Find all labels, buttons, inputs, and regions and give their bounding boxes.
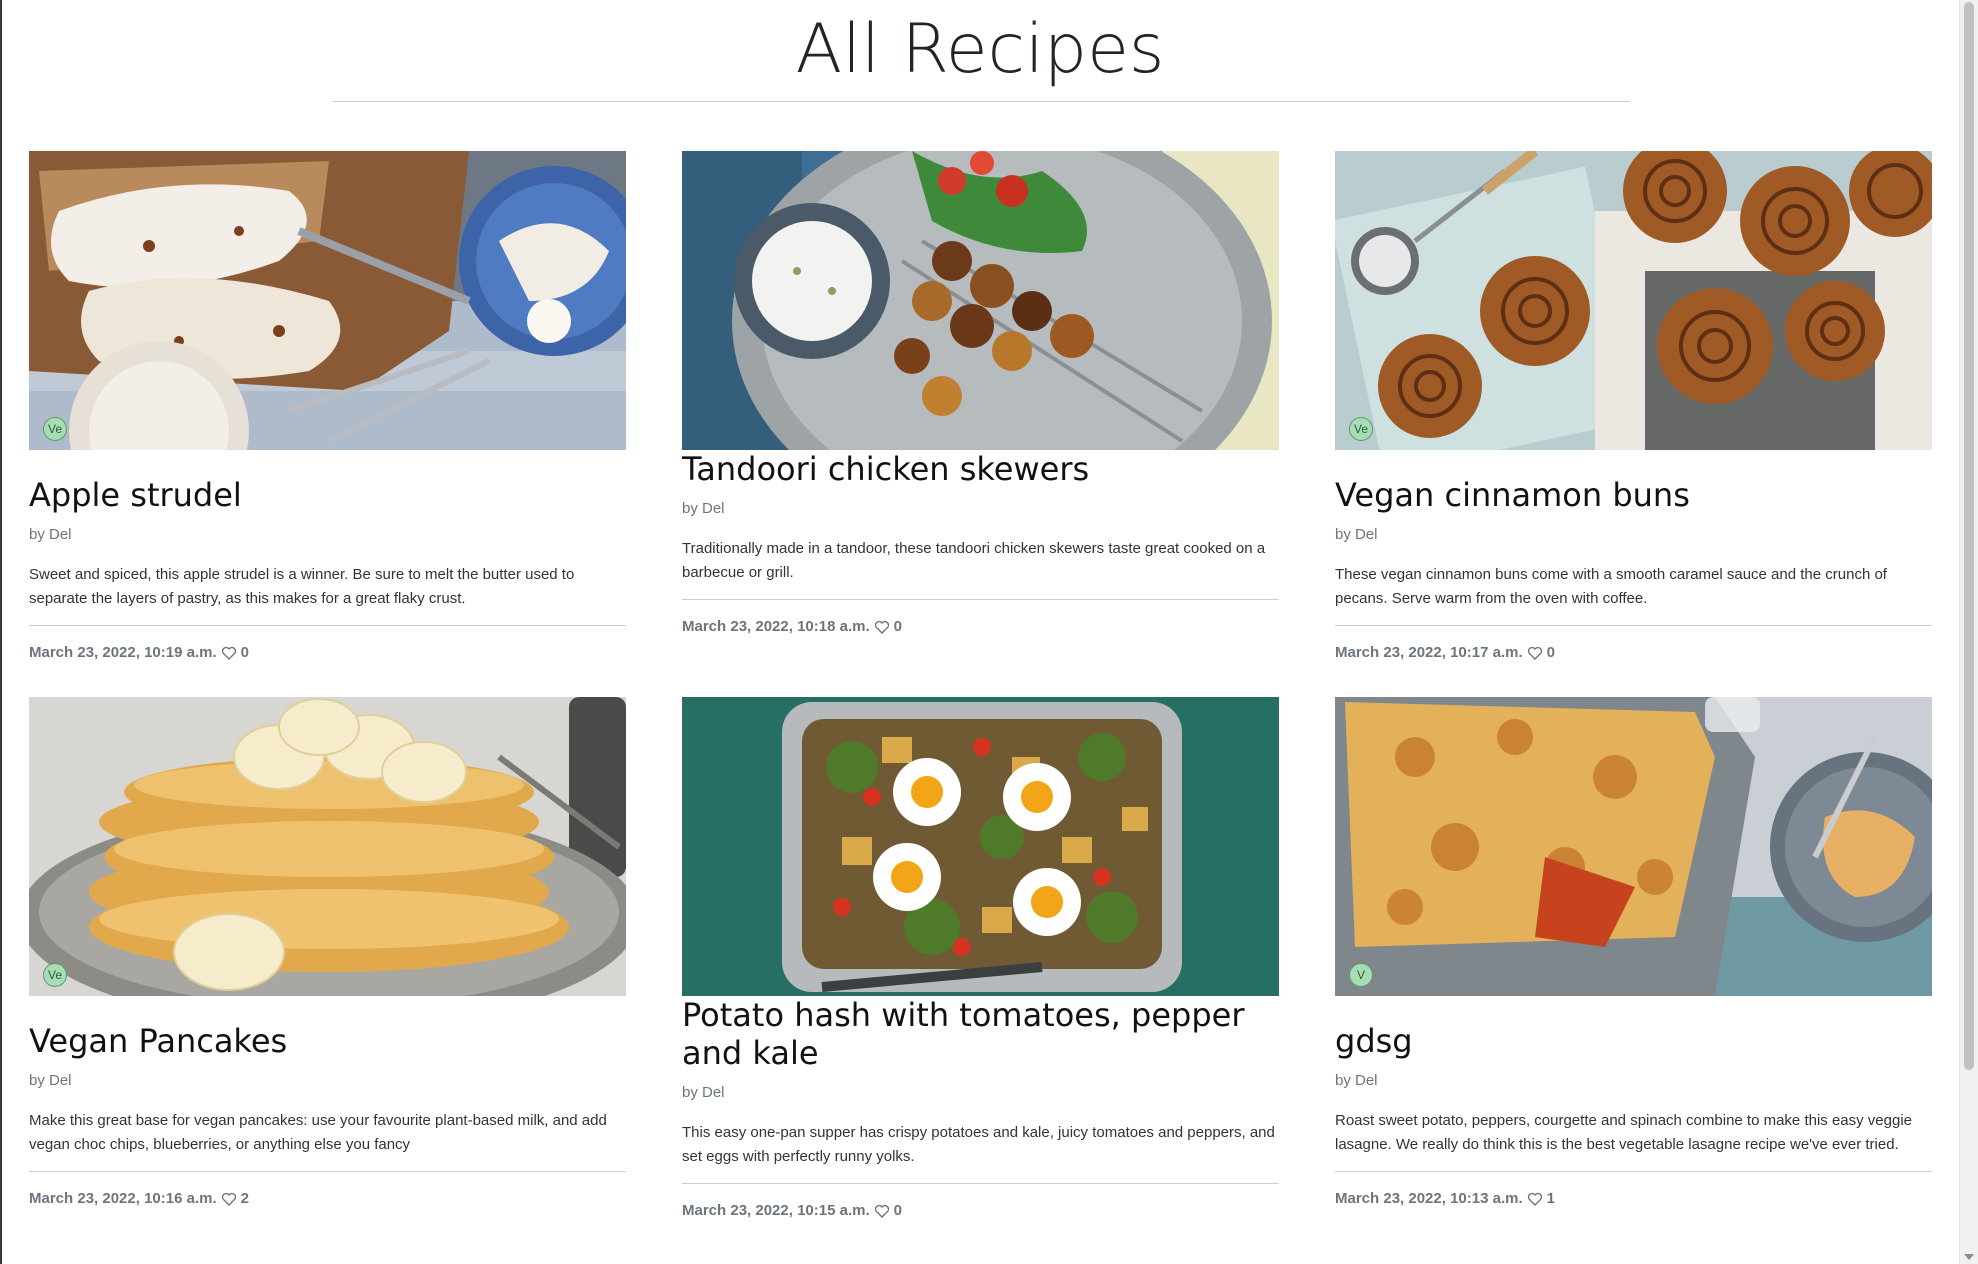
heart-icon[interactable] xyxy=(874,1203,890,1219)
card-divider xyxy=(1335,1171,1932,1172)
recipe-description: Sweet and spiced, this apple strudel is … xyxy=(29,566,575,607)
recipe-date: March 23, 2022, 10:15 a.m. xyxy=(682,1202,870,1219)
card-divider xyxy=(1335,625,1932,626)
like-count: 2 xyxy=(240,1190,249,1207)
window-border xyxy=(0,0,2,1264)
title-divider xyxy=(332,101,1630,102)
recipe-card[interactable]: Ve Vegan Pancakes by Del Make this great… xyxy=(29,697,626,1219)
like-count: 0 xyxy=(1546,644,1555,661)
like-count: 1 xyxy=(1546,1190,1555,1207)
vegetarian-badge: V xyxy=(1349,963,1373,987)
recipe-meta: March 23, 2022, 10:15 a.m. 0 xyxy=(682,1202,1279,1219)
cinnamon-buns-image xyxy=(1335,151,1932,450)
recipe-meta: March 23, 2022, 10:18 a.m. 0 xyxy=(682,618,1279,635)
recipe-title[interactable]: Vegan Pancakes xyxy=(29,1022,626,1060)
card-divider xyxy=(29,625,626,626)
recipe-card[interactable]: Ve Apple strudel by Del Sweet and spiced… xyxy=(29,151,626,661)
recipe-date: March 23, 2022, 10:19 a.m. xyxy=(29,644,217,661)
card-divider xyxy=(29,1171,626,1172)
recipe-image[interactable]: V xyxy=(1335,697,1932,996)
recipe-description: This easy one-pan supper has crispy pota… xyxy=(682,1124,1275,1165)
like-count: 0 xyxy=(893,1202,902,1219)
heart-icon[interactable] xyxy=(874,619,890,635)
recipe-author: by Del xyxy=(29,526,72,543)
recipe-image[interactable]: Ve xyxy=(29,697,626,996)
recipe-grid: Ve Apple strudel by Del Sweet and spiced… xyxy=(29,151,1933,1219)
recipe-author: by Del xyxy=(1335,526,1378,543)
recipe-title[interactable]: gdsg xyxy=(1335,1022,1932,1060)
vegan-badge: Ve xyxy=(1349,417,1373,441)
lasagne-image xyxy=(1335,697,1932,996)
recipe-meta: March 23, 2022, 10:19 a.m. 0 xyxy=(29,644,626,661)
recipe-title[interactable]: Potato hash with tomatoes, pepper and ka… xyxy=(682,996,1279,1072)
recipe-date: March 23, 2022, 10:13 a.m. xyxy=(1335,1190,1523,1207)
like-count: 0 xyxy=(240,644,249,661)
recipe-image[interactable] xyxy=(682,151,1279,450)
tandoori-chicken-image xyxy=(682,151,1279,450)
vegan-badge: Ve xyxy=(43,417,67,441)
recipe-card[interactable]: Potato hash with tomatoes, pepper and ka… xyxy=(682,697,1279,1219)
recipe-author: by Del xyxy=(1335,1072,1378,1089)
recipe-description: Make this great base for vegan pancakes:… xyxy=(29,1112,607,1153)
recipe-card[interactable]: Ve Vegan cinnamon buns by Del These vega… xyxy=(1335,151,1932,661)
recipe-image[interactable]: Ve xyxy=(1335,151,1932,450)
recipe-title[interactable]: Tandoori chicken skewers xyxy=(682,450,1279,488)
recipe-meta: March 23, 2022, 10:13 a.m. 1 xyxy=(1335,1190,1932,1207)
heart-icon[interactable] xyxy=(1527,1191,1543,1207)
scrollbar-thumb[interactable] xyxy=(1964,2,1974,1070)
recipe-title[interactable]: Apple strudel xyxy=(29,476,626,514)
recipe-image[interactable] xyxy=(682,697,1279,996)
recipe-author: by Del xyxy=(682,500,725,517)
recipe-author: by Del xyxy=(682,1084,725,1101)
pancakes-image xyxy=(29,697,626,996)
scroll-down-arrow-icon[interactable] xyxy=(1964,1254,1974,1260)
recipe-meta: March 23, 2022, 10:16 a.m. 2 xyxy=(29,1190,626,1207)
recipe-description: Traditionally made in a tandoor, these t… xyxy=(682,540,1266,581)
card-divider xyxy=(682,599,1279,600)
recipe-meta: March 23, 2022, 10:17 a.m. 0 xyxy=(1335,644,1932,661)
recipe-author: by Del xyxy=(29,1072,72,1089)
recipe-image[interactable]: Ve xyxy=(29,151,626,450)
vegan-badge: Ve xyxy=(43,963,67,987)
recipe-title[interactable]: Vegan cinnamon buns xyxy=(1335,476,1932,514)
recipe-description: Roast sweet potato, peppers, courgette a… xyxy=(1335,1112,1913,1153)
potato-hash-image xyxy=(682,697,1279,996)
page-title: All Recipes xyxy=(795,10,1165,89)
recipe-card[interactable]: Tandoori chicken skewers by Del Traditio… xyxy=(682,151,1279,661)
card-divider xyxy=(682,1183,1279,1184)
recipe-date: March 23, 2022, 10:18 a.m. xyxy=(682,618,870,635)
recipe-card[interactable]: V gdsg by Del Roast sweet potato, pepper… xyxy=(1335,697,1932,1219)
recipe-date: March 23, 2022, 10:17 a.m. xyxy=(1335,644,1523,661)
vertical-scrollbar[interactable] xyxy=(1959,0,1978,1264)
recipe-date: March 23, 2022, 10:16 a.m. xyxy=(29,1190,217,1207)
apple-strudel-image xyxy=(29,151,626,450)
heart-icon[interactable] xyxy=(221,645,237,661)
recipe-description: These vegan cinnamon buns come with a sm… xyxy=(1335,566,1887,607)
like-count: 0 xyxy=(893,618,902,635)
heart-icon[interactable] xyxy=(1527,645,1543,661)
heart-icon[interactable] xyxy=(221,1191,237,1207)
